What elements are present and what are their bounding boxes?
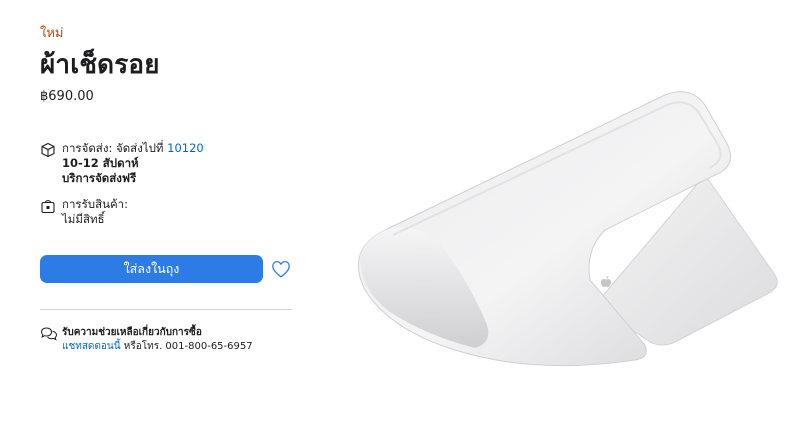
phone-text: หรือโทร. 001-800-65-6957 (120, 341, 253, 352)
delivery-line: การจัดส่ง: จัดส่งไปที่ 10120 (62, 141, 204, 156)
pickup-info: การรับสินค้า: ไม่มีสิทธิ์ (40, 197, 128, 227)
purchase-help: รับความช่วยเหลือเกี่ยวกับการซื้อ แชทสดตอ… (40, 326, 253, 354)
postcode-link[interactable]: 10120 (167, 141, 204, 155)
new-badge: ใหม่ (40, 26, 64, 41)
delivery-label: การจัดส่ง: จัดส่งไปที่ (62, 141, 168, 155)
shopping-bag-icon (40, 198, 56, 214)
chat-now-link[interactable]: แชทสดตอนนี้ (62, 341, 121, 352)
divider (40, 309, 292, 310)
chat-bubbles-icon (40, 326, 58, 342)
help-contact: แชทสดตอนนี้ หรือโทร. 001-800-65-6957 (62, 340, 253, 354)
box-icon (40, 142, 56, 158)
pickup-label: การรับสินค้า: (62, 197, 128, 211)
product-price: ฿690.00 (40, 89, 94, 104)
help-heading: รับความช่วยเหลือเกี่ยวกับการซื้อ (62, 327, 202, 338)
heart-icon[interactable] (270, 258, 292, 280)
add-to-bag-button[interactable]: ใส่ลงในถุง (40, 255, 263, 283)
delivery-timeframe: 10-12 สัปดาห์ (62, 156, 139, 170)
pickup-status: ไม่มีสิทธิ์ (62, 212, 105, 226)
delivery-info: การจัดส่ง: จัดส่งไปที่ 10120 10-12 สัปดา… (40, 141, 204, 186)
product-image (345, 80, 790, 380)
delivery-service: บริการจัดส่งฟรี (62, 171, 137, 185)
product-title: ผ้าเช็ดรอย (40, 50, 160, 80)
apple-logo-icon (601, 276, 611, 287)
